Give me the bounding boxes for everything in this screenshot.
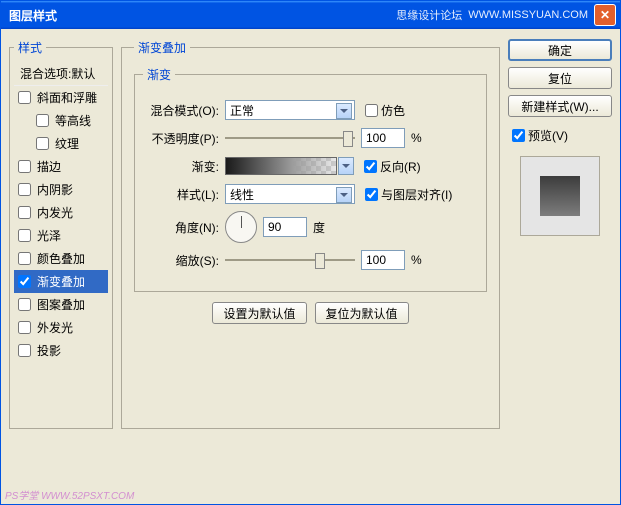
style-label: 外发光 (37, 319, 73, 336)
forum-text: 思缘设计论坛 (396, 7, 462, 23)
scale-input[interactable]: 100 (361, 250, 405, 270)
preview-gradient (540, 176, 580, 216)
preview-checkbox[interactable]: 预览(V) (512, 127, 612, 144)
style-checkbox[interactable] (18, 183, 31, 196)
style-label: 颜色叠加 (37, 250, 85, 267)
blend-mode-select[interactable]: 正常 (225, 100, 355, 120)
angle-dial[interactable] (225, 211, 257, 243)
style-item-9[interactable]: 图案叠加 (14, 293, 108, 316)
new-style-button[interactable]: 新建样式(W)... (508, 95, 612, 117)
style-item-7[interactable]: 颜色叠加 (14, 247, 108, 270)
style-checkbox[interactable] (18, 344, 31, 357)
style-item-0[interactable]: 斜面和浮雕 (14, 86, 108, 109)
styles-heading: 样式 (14, 39, 46, 56)
style-checkbox[interactable] (18, 298, 31, 311)
style-checkbox[interactable] (18, 321, 31, 334)
style-checkbox[interactable] (36, 137, 49, 150)
window-title: 图层样式 (5, 7, 396, 24)
gradient-dropdown[interactable] (338, 157, 354, 175)
gradient-swatch[interactable] (225, 157, 337, 175)
style-label: 等高线 (55, 112, 91, 129)
reset-button[interactable]: 复位 (508, 67, 612, 89)
style-checkbox[interactable] (18, 229, 31, 242)
style-label: 渐变叠加 (37, 273, 85, 290)
dither-checkbox[interactable]: 仿色 (365, 102, 405, 119)
preview-box (520, 156, 600, 236)
blend-options-default[interactable]: 混合选项:默认 (14, 62, 108, 86)
ok-button[interactable]: 确定 (508, 39, 612, 61)
style-label: 斜面和浮雕 (37, 89, 97, 106)
reverse-checkbox[interactable]: 反向(R) (364, 158, 421, 175)
style-label: 内发光 (37, 204, 73, 221)
angle-label: 角度(N): (143, 219, 225, 236)
gradient-label: 渐变: (143, 158, 225, 175)
close-button[interactable]: ✕ (594, 4, 616, 26)
set-default-button[interactable]: 设置为默认值 (212, 302, 306, 324)
style-checkbox[interactable] (18, 206, 31, 219)
style-item-5[interactable]: 内发光 (14, 201, 108, 224)
opacity-slider[interactable] (225, 129, 355, 147)
opacity-input[interactable]: 100 (361, 128, 405, 148)
style-label: 投影 (37, 342, 61, 359)
style-item-8[interactable]: 渐变叠加 (14, 270, 108, 293)
style-label: 图案叠加 (37, 296, 85, 313)
style-checkbox[interactable] (36, 114, 49, 127)
align-checkbox[interactable]: 与图层对齐(I) (365, 186, 452, 203)
style-item-11[interactable]: 投影 (14, 339, 108, 362)
style-checkbox[interactable] (18, 91, 31, 104)
titlebar: 图层样式 思缘设计论坛 WWW.MISSYUAN.COM ✕ (1, 1, 620, 29)
style-checkbox[interactable] (18, 160, 31, 173)
style-label: 光泽 (37, 227, 61, 244)
scale-slider[interactable] (225, 251, 355, 269)
watermark: PS学堂 WWW.52PSXT.COM (5, 487, 134, 502)
style-item-3[interactable]: 描边 (14, 155, 108, 178)
style-item-2[interactable]: 纹理 (14, 132, 108, 155)
style-select[interactable]: 线性 (225, 184, 355, 204)
style-checkbox[interactable] (18, 275, 31, 288)
style-label: 描边 (37, 158, 61, 175)
style-label: 样式(L): (143, 186, 225, 203)
style-label: 内阴影 (37, 181, 73, 198)
gradient-group-label: 渐变 (143, 66, 175, 83)
style-item-4[interactable]: 内阴影 (14, 178, 108, 201)
style-item-6[interactable]: 光泽 (14, 224, 108, 247)
panel-title: 渐变叠加 (134, 39, 190, 56)
opacity-label: 不透明度(P): (143, 130, 225, 147)
style-checkbox[interactable] (18, 252, 31, 265)
style-item-1[interactable]: 等高线 (14, 109, 108, 132)
style-label: 纹理 (55, 135, 79, 152)
styles-list: 样式 混合选项:默认 斜面和浮雕等高线纹理描边内阴影内发光光泽颜色叠加渐变叠加图… (9, 39, 113, 429)
blend-mode-label: 混合模式(O): (143, 102, 225, 119)
scale-label: 缩放(S): (143, 252, 225, 269)
layer-style-dialog: 图层样式 思缘设计论坛 WWW.MISSYUAN.COM ✕ 样式 混合选项:默… (0, 0, 621, 505)
reset-default-button[interactable]: 复位为默认值 (315, 302, 409, 324)
angle-input[interactable]: 90 (263, 217, 307, 237)
gradient-overlay-panel: 渐变叠加 渐变 混合模式(O): 正常 仿色 不透明度(P): 100 % (121, 39, 500, 429)
style-item-10[interactable]: 外发光 (14, 316, 108, 339)
forum-url: WWW.MISSYUAN.COM (468, 9, 588, 21)
gradient-group: 渐变 混合模式(O): 正常 仿色 不透明度(P): 100 % 渐变: (134, 66, 487, 292)
